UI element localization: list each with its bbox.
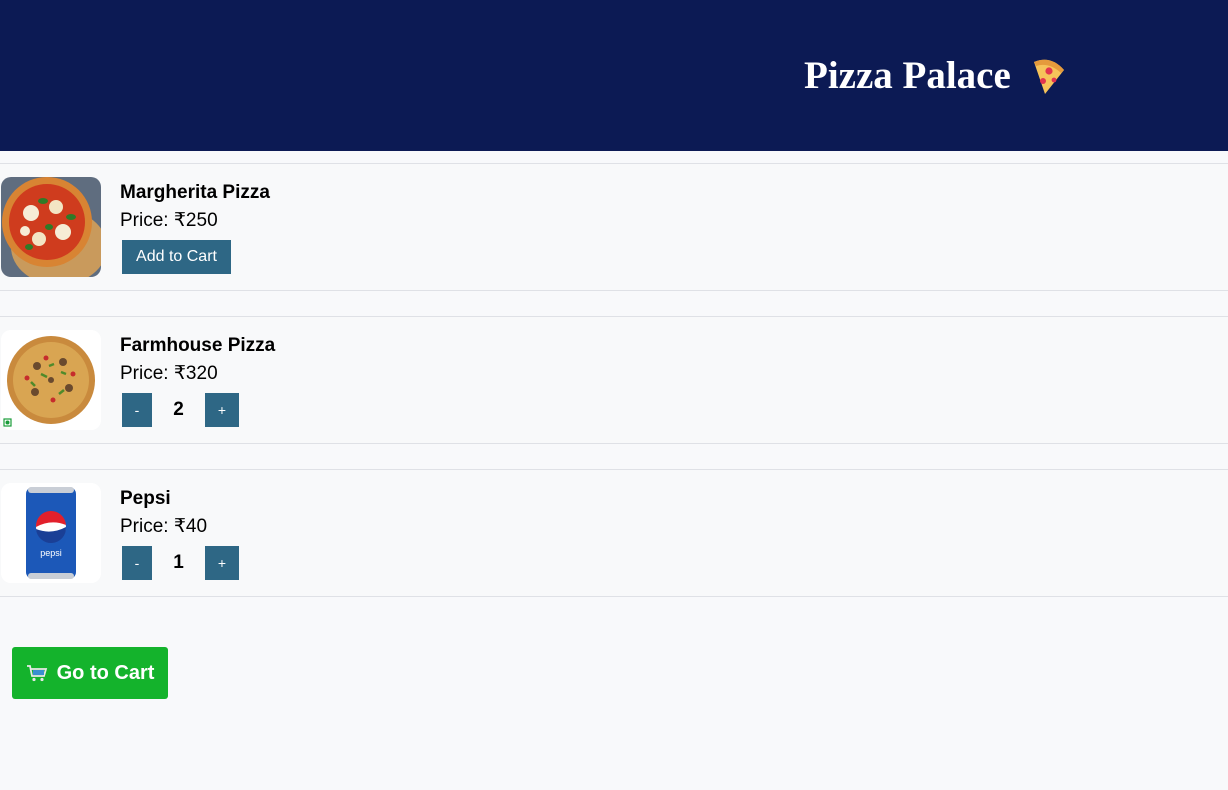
menu-item-farmhouse: Farmhouse Pizza Price: ₹320 - 2 +	[0, 316, 1228, 444]
pepsi-can-image: pepsi	[1, 483, 101, 583]
item-name: Farmhouse Pizza	[120, 335, 276, 356]
add-to-cart-button[interactable]: Add to Cart	[122, 240, 231, 274]
item-price: Price: ₹40	[120, 516, 208, 537]
farmhouse-pizza-image	[1, 330, 101, 430]
go-to-cart-button[interactable]: Go to Cart	[12, 647, 168, 699]
increase-quantity-button[interactable]: +	[205, 393, 239, 427]
decrease-quantity-button[interactable]: -	[122, 393, 152, 427]
site-header: Pizza Palace	[0, 0, 1228, 151]
quantity-value: 2	[173, 399, 184, 420]
menu-item-margherita: Margherita Pizza Price: ₹250 Add to Cart	[0, 163, 1228, 291]
svg-text:pepsi: pepsi	[40, 548, 62, 558]
item-price: Price: ₹320	[120, 363, 218, 384]
menu-item-pepsi: pepsi Pepsi Price: ₹40 - 1 +	[0, 469, 1228, 597]
brand: Pizza Palace	[804, 52, 1067, 100]
item-name: Margherita Pizza	[120, 182, 270, 203]
item-name: Pepsi	[120, 488, 171, 509]
pizza-slice-icon	[1033, 59, 1064, 94]
margherita-pizza-image	[1, 177, 101, 277]
quantity-value: 1	[173, 552, 184, 573]
go-to-cart-label: Go to Cart	[56, 661, 155, 684]
site-title: Pizza Palace	[804, 54, 1011, 97]
shopping-cart-icon	[26, 665, 47, 682]
item-price: Price: ₹250	[120, 210, 218, 231]
increase-quantity-button[interactable]: +	[205, 546, 239, 580]
decrease-quantity-button[interactable]: -	[122, 546, 152, 580]
